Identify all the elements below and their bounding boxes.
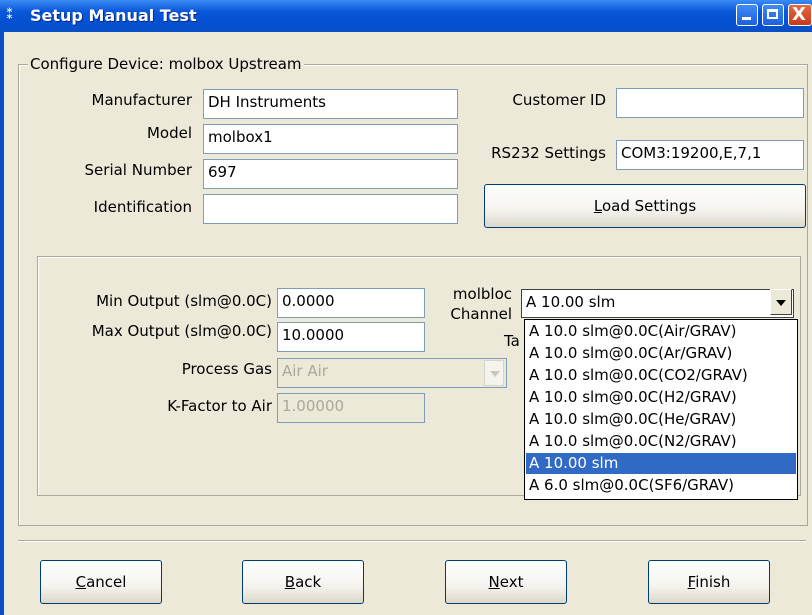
- manufacturer-label: Manufacturer: [91, 91, 193, 109]
- customer-id-field[interactable]: [616, 88, 804, 118]
- molbloc-channel-dropdown-button[interactable]: [770, 289, 792, 315]
- molbloc-channel-label-line2: Channel: [450, 305, 512, 323]
- title-bar[interactable]: ⁑ Setup Manual Test X: [0, 0, 812, 32]
- obscured-label-fragment: Ta: [504, 332, 520, 350]
- molbloc-channel-select[interactable]: A 10.00 slm: [521, 289, 794, 318]
- cancel-button[interactable]: Cancel: [40, 560, 162, 604]
- window-frame-left: [0, 32, 4, 615]
- load-settings-button[interactable]: Load Settings: [484, 184, 806, 228]
- identification-label: Identification: [93, 198, 192, 216]
- model-field[interactable]: molbox1: [203, 124, 458, 154]
- max-output-label: Max Output (slm@0.0C): [91, 322, 272, 340]
- model-label: Model: [146, 124, 192, 142]
- dropdown-option[interactable]: A 10.0 slm@0.0C(H2/GRAV): [526, 387, 796, 408]
- dropdown-option-highlighted[interactable]: A 10.00 slm: [526, 453, 796, 474]
- next-button[interactable]: Next: [445, 560, 567, 604]
- manufacturer-field[interactable]: DH Instruments: [203, 89, 458, 119]
- back-button[interactable]: Back: [242, 560, 364, 604]
- dropdown-option[interactable]: A 10.0 slm@0.0C(N2/GRAV): [526, 431, 796, 452]
- rs232-label: RS232 Settings: [491, 144, 606, 162]
- close-icon: X: [792, 4, 806, 25]
- serial-number-label: Serial Number: [84, 161, 192, 179]
- min-output-label: Min Output (slm@0.0C): [96, 292, 272, 310]
- app-icon: ⁑: [6, 7, 14, 23]
- serial-number-field[interactable]: 697: [203, 159, 458, 189]
- identification-field[interactable]: [203, 194, 458, 224]
- customer-id-label: Customer ID: [512, 91, 606, 109]
- dropdown-option[interactable]: A 10.0 slm@0.0C(CO2/GRAV): [526, 365, 796, 386]
- dropdown-option[interactable]: A 10.0 slm@0.0C(He/GRAV): [526, 409, 796, 430]
- molbloc-channel-dropdown-list[interactable]: A 10.0 slm@0.0C(Air/GRAV) A 10.0 slm@0.0…: [524, 319, 798, 500]
- group-legend: Configure Device: molbox Upstream: [28, 55, 304, 73]
- footer-separator: [18, 540, 806, 542]
- maximize-button[interactable]: [762, 4, 784, 26]
- min-output-field[interactable]: 0.0000: [277, 288, 425, 318]
- process-gas-label: Process Gas: [181, 360, 272, 378]
- maximize-icon: [767, 9, 778, 19]
- minimize-button[interactable]: [736, 4, 758, 26]
- dropdown-option[interactable]: A 10.0 slm@0.0C(Air/GRAV): [526, 321, 796, 342]
- k-factor-label: K-Factor to Air: [167, 397, 272, 415]
- minimize-icon: [742, 17, 751, 20]
- molbloc-channel-label-line1: molbloc: [452, 285, 512, 303]
- chevron-down-icon: [776, 300, 786, 306]
- k-factor-field[interactable]: 1.00000: [277, 393, 425, 423]
- chevron-down-icon: [490, 371, 500, 377]
- finish-button[interactable]: Finish: [648, 560, 770, 604]
- max-output-field[interactable]: 10.0000: [277, 322, 425, 352]
- window-title: Setup Manual Test: [30, 6, 197, 25]
- close-button[interactable]: X: [788, 4, 812, 26]
- process-gas-dropdown-button[interactable]: [484, 360, 504, 386]
- process-gas-select[interactable]: Air Air: [277, 358, 507, 388]
- dropdown-option[interactable]: A 6.0 slm@0.0C(SF6/GRAV): [526, 475, 796, 496]
- dropdown-option[interactable]: A 10.0 slm@0.0C(Ar/GRAV): [526, 343, 796, 364]
- rs232-field[interactable]: COM3:19200,E,7,1: [616, 140, 804, 170]
